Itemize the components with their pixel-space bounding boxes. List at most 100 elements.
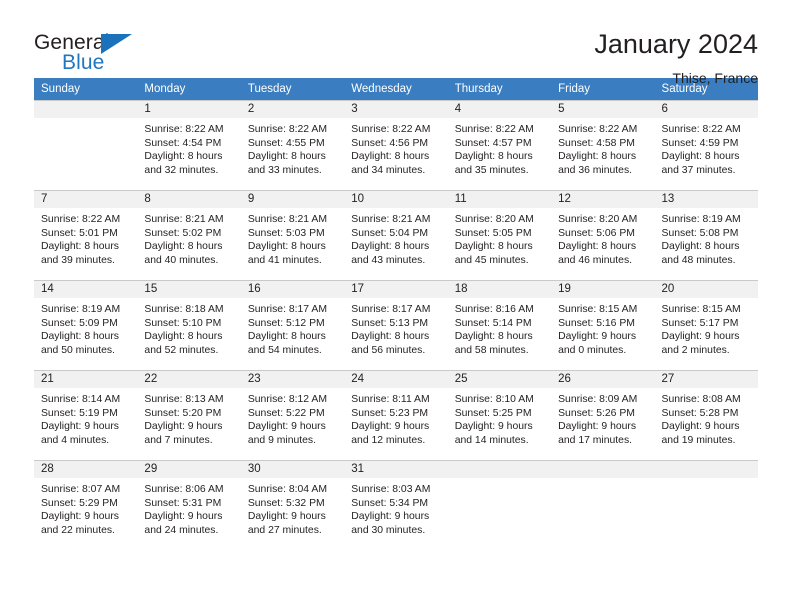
calendar-day-cell[interactable]: 28 Sunrise: 8:07 AM Sunset: 5:29 PM Dayligh… — [34, 460, 138, 550]
day-cell-29[interactable]: 29 Sunrise: 8:06 AM Sunset: 5:31 PM Dayligh… — [137, 460, 241, 550]
day-cell-4[interactable]: 4 Sunrise: 8:22 AM Sunset: 4:57 PM Daylight… — [447, 100, 552, 190]
calendar-day-cell[interactable]: 22 Sunrise: 8:13 AM Sunset: 5:20 PM Dayligh… — [137, 370, 241, 460]
calendar-day-cell[interactable]: 24 Sunrise: 8:11 AM Sunset: 5:23 PM Dayligh… — [344, 370, 448, 460]
calendar-day-cell[interactable]: 19 Sunrise: 8:15 AM Sunset: 5:16 PM Dayligh… — [551, 280, 655, 370]
calendar-day-cell[interactable]: 29 Sunrise: 8:06 AM Sunset: 5:31 PM Dayligh… — [137, 460, 241, 550]
day-cell-empty — [447, 460, 552, 550]
day-cell-26[interactable]: 26 Sunrise: 8:09 AM Sunset: 5:26 PM Dayligh… — [551, 370, 655, 460]
brand-logo[interactable]: General Blue — [34, 28, 152, 78]
day-cell-3[interactable]: 3 Sunrise: 8:22 AM Sunset: 4:56 PM Daylight… — [344, 100, 448, 190]
calendar-day-cell[interactable]: 10 Sunrise: 8:21 AM Sunset: 5:04 PM Dayligh… — [344, 190, 448, 280]
day-details: Sunrise: 8:19 AM Sunset: 5:09 PM Daylight:… — [34, 298, 137, 357]
day-detail-daylight-line1: Daylight: 9 hours — [661, 331, 740, 343]
day-detail-sunset: Sunset: 5:23 PM — [351, 407, 429, 419]
calendar-day-cell[interactable]: 17 Sunrise: 8:17 AM Sunset: 5:13 PM Dayligh… — [344, 280, 448, 370]
day-cell-28[interactable]: 28 Sunrise: 8:07 AM Sunset: 5:29 PM Dayligh… — [34, 460, 138, 550]
calendar-day-cell[interactable]: 25 Sunrise: 8:10 AM Sunset: 5:25 PM Dayligh… — [447, 370, 552, 460]
calendar-day-cell[interactable]: 30 Sunrise: 8:04 AM Sunset: 5:32 PM Dayligh… — [240, 460, 345, 550]
day-cell-6[interactable]: 6 Sunrise: 8:22 AM Sunset: 4:59 PM Daylight… — [654, 100, 758, 190]
weekday-header-sunday: Sunday — [34, 78, 138, 100]
day-detail-daylight-line2: and 36 minutes. — [558, 164, 633, 176]
day-number: 8 — [137, 191, 241, 208]
day-detail-sunset: Sunset: 5:32 PM — [247, 497, 325, 509]
calendar-day-cell[interactable]: 27 Sunrise: 8:08 AM Sunset: 5:28 PM Dayligh… — [654, 370, 758, 460]
day-detail-sunset: Sunset: 5:28 PM — [661, 407, 739, 419]
day-cell-9[interactable]: 9 Sunrise: 8:21 AM Sunset: 5:03 PM Daylight… — [240, 190, 345, 280]
day-number: 24 — [344, 371, 448, 388]
calendar-day-cell[interactable]: 2 Sunrise: 8:22 AM Sunset: 4:55 PM Daylight… — [240, 100, 345, 190]
day-detail-daylight-line1: Daylight: 9 hours — [558, 421, 637, 433]
page-title: January 2024 — [594, 29, 758, 59]
day-detail-daylight-line2: and 34 minutes. — [351, 164, 426, 176]
day-cell-10[interactable]: 10 Sunrise: 8:21 AM Sunset: 5:04 PM Dayligh… — [344, 190, 448, 280]
calendar-day-cell[interactable] — [654, 460, 758, 550]
brand-name-blue: Blue — [62, 51, 105, 74]
day-cell-13[interactable]: 13 Sunrise: 8:19 AM Sunset: 5:08 PM Dayligh… — [654, 190, 758, 280]
day-cell-25[interactable]: 25 Sunrise: 8:10 AM Sunset: 5:25 PM Dayligh… — [447, 370, 552, 460]
calendar-day-cell[interactable]: 9 Sunrise: 8:21 AM Sunset: 5:03 PM Daylight… — [240, 190, 345, 280]
calendar-day-cell[interactable] — [34, 100, 138, 190]
day-detail-sunset: Sunset: 5:17 PM — [661, 317, 739, 329]
calendar-day-cell[interactable]: 1 Sunrise: 8:22 AM Sunset: 4:54 PM Daylight… — [137, 100, 241, 190]
day-details: Sunrise: 8:20 AM Sunset: 5:06 PM Daylight:… — [551, 208, 654, 267]
calendar-day-cell[interactable]: 18 Sunrise: 8:16 AM Sunset: 5:14 PM Dayligh… — [447, 280, 552, 370]
day-cell-20[interactable]: 20 Sunrise: 8:15 AM Sunset: 5:17 PM Dayligh… — [654, 280, 758, 370]
calendar-day-cell[interactable]: 8 Sunrise: 8:21 AM Sunset: 5:02 PM Daylight… — [137, 190, 241, 280]
day-details: Sunrise: 8:22 AM Sunset: 4:55 PM Daylight:… — [241, 118, 344, 177]
day-detail-daylight-line2: and 56 minutes. — [351, 344, 426, 356]
calendar-day-cell[interactable]: 11 Sunrise: 8:20 AM Sunset: 5:05 PM Dayligh… — [447, 190, 552, 280]
day-detail-sunrise: Sunrise: 8:13 AM — [144, 394, 224, 405]
day-cell-5[interactable]: 5 Sunrise: 8:22 AM Sunset: 4:58 PM Daylight… — [551, 100, 655, 190]
day-cell-11[interactable]: 11 Sunrise: 8:20 AM Sunset: 5:05 PM Dayligh… — [447, 190, 552, 280]
day-cell-22[interactable]: 22 Sunrise: 8:13 AM Sunset: 5:20 PM Dayligh… — [137, 370, 241, 460]
day-detail-sunrise: Sunrise: 8:17 AM — [247, 304, 327, 315]
day-cell-21[interactable]: 21 Sunrise: 8:14 AM Sunset: 5:19 PM Dayligh… — [34, 370, 138, 460]
weekday-header-thursday: Thursday — [447, 78, 552, 100]
calendar-day-cell[interactable] — [551, 460, 655, 550]
calendar-day-cell[interactable]: 5 Sunrise: 8:22 AM Sunset: 4:58 PM Daylight… — [551, 100, 655, 190]
calendar-day-cell[interactable]: 26 Sunrise: 8:09 AM Sunset: 5:26 PM Dayligh… — [551, 370, 655, 460]
day-detail-sunrise: Sunrise: 8:09 AM — [558, 394, 638, 405]
day-cell-31[interactable]: 31 Sunrise: 8:03 AM Sunset: 5:34 PM Dayligh… — [344, 460, 448, 550]
calendar-day-cell[interactable]: 20 Sunrise: 8:15 AM Sunset: 5:17 PM Dayligh… — [654, 280, 758, 370]
day-details: Sunrise: 8:15 AM Sunset: 5:16 PM Daylight:… — [551, 298, 654, 357]
calendar-day-cell[interactable]: 7 Sunrise: 8:22 AM Sunset: 5:01 PM Daylight… — [34, 190, 138, 280]
day-cell-8[interactable]: 8 Sunrise: 8:21 AM Sunset: 5:02 PM Daylight… — [137, 190, 241, 280]
day-cell-23[interactable]: 23 Sunrise: 8:12 AM Sunset: 5:22 PM Dayligh… — [240, 370, 345, 460]
day-cell-7[interactable]: 7 Sunrise: 8:22 AM Sunset: 5:01 PM Daylight… — [34, 190, 138, 280]
day-cell-19[interactable]: 19 Sunrise: 8:15 AM Sunset: 5:16 PM Dayligh… — [551, 280, 655, 370]
day-cell-24[interactable]: 24 Sunrise: 8:11 AM Sunset: 5:23 PM Dayligh… — [344, 370, 448, 460]
calendar-day-cell[interactable]: 4 Sunrise: 8:22 AM Sunset: 4:57 PM Daylight… — [447, 100, 552, 190]
day-detail-sunset: Sunset: 5:06 PM — [558, 227, 635, 239]
calendar-day-cell[interactable]: 12 Sunrise: 8:20 AM Sunset: 5:06 PM Dayligh… — [551, 190, 655, 280]
day-details: Sunrise: 8:15 AM Sunset: 5:17 PM Daylight:… — [655, 298, 758, 357]
day-detail-daylight-line1: Daylight: 8 hours — [454, 331, 533, 343]
calendar-day-cell[interactable] — [447, 460, 552, 550]
day-cell-2[interactable]: 2 Sunrise: 8:22 AM Sunset: 4:55 PM Daylight… — [240, 100, 345, 190]
day-cell-18[interactable]: 18 Sunrise: 8:16 AM Sunset: 5:14 PM Dayligh… — [447, 280, 552, 370]
calendar-day-cell[interactable]: 31 Sunrise: 8:03 AM Sunset: 5:34 PM Dayligh… — [344, 460, 448, 550]
day-cell-16[interactable]: 16 Sunrise: 8:17 AM Sunset: 5:12 PM Dayligh… — [240, 280, 345, 370]
day-cell-12[interactable]: 12 Sunrise: 8:20 AM Sunset: 5:06 PM Dayligh… — [551, 190, 655, 280]
day-cell-27[interactable]: 27 Sunrise: 8:08 AM Sunset: 5:28 PM Dayligh… — [654, 370, 758, 460]
day-detail-sunset: Sunset: 5:26 PM — [558, 407, 635, 419]
calendar-day-cell[interactable]: 23 Sunrise: 8:12 AM Sunset: 5:22 PM Dayligh… — [240, 370, 345, 460]
day-detail-daylight-line1: Daylight: 9 hours — [144, 421, 223, 433]
day-cell-1[interactable]: 1 Sunrise: 8:22 AM Sunset: 4:54 PM Daylight… — [137, 100, 241, 190]
day-number: 12 — [551, 191, 655, 208]
day-cell-14[interactable]: 14 Sunrise: 8:19 AM Sunset: 5:09 PM Dayligh… — [34, 280, 138, 370]
calendar-day-cell[interactable]: 15 Sunrise: 8:18 AM Sunset: 5:10 PM Dayligh… — [137, 280, 241, 370]
calendar-day-cell[interactable]: 21 Sunrise: 8:14 AM Sunset: 5:19 PM Dayligh… — [34, 370, 138, 460]
day-number: 30 — [240, 461, 345, 478]
day-details: Sunrise: 8:22 AM Sunset: 4:54 PM Daylight:… — [137, 118, 240, 177]
day-detail-sunrise: Sunrise: 8:08 AM — [661, 394, 741, 405]
calendar-day-cell[interactable]: 16 Sunrise: 8:17 AM Sunset: 5:12 PM Dayligh… — [240, 280, 345, 370]
day-detail-daylight-line1: Daylight: 8 hours — [41, 331, 119, 343]
day-cell-15[interactable]: 15 Sunrise: 8:18 AM Sunset: 5:10 PM Dayligh… — [137, 280, 241, 370]
calendar-day-cell[interactable]: 6 Sunrise: 8:22 AM Sunset: 4:59 PM Daylight… — [654, 100, 758, 190]
calendar-day-cell[interactable]: 3 Sunrise: 8:22 AM Sunset: 4:56 PM Daylight… — [344, 100, 448, 190]
calendar-day-cell[interactable]: 14 Sunrise: 8:19 AM Sunset: 5:09 PM Dayligh… — [34, 280, 138, 370]
day-cell-30[interactable]: 30 Sunrise: 8:04 AM Sunset: 5:32 PM Dayligh… — [240, 460, 345, 550]
calendar-day-cell[interactable]: 13 Sunrise: 8:19 AM Sunset: 5:08 PM Dayligh… — [654, 190, 758, 280]
day-cell-17[interactable]: 17 Sunrise: 8:17 AM Sunset: 5:13 PM Dayligh… — [344, 280, 448, 370]
